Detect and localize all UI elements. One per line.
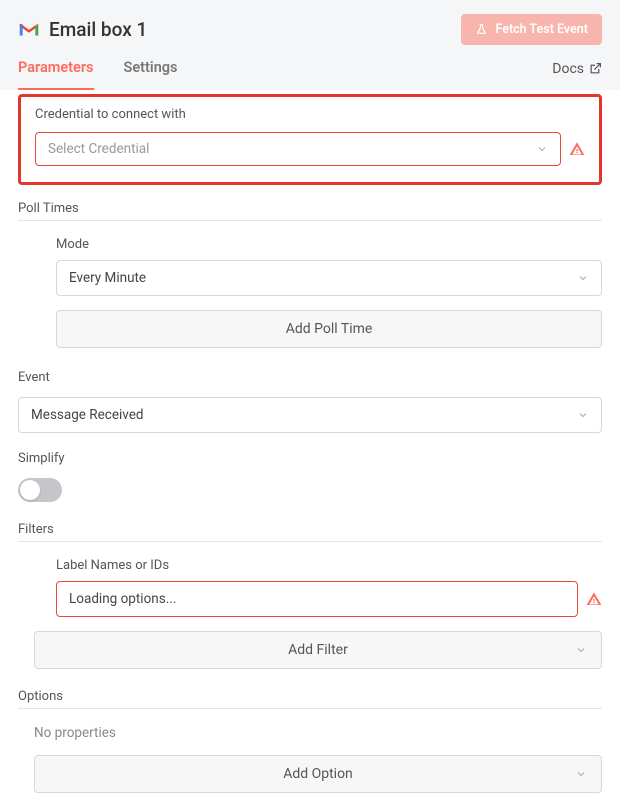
docs-link[interactable]: Docs (552, 61, 602, 89)
label-names-select[interactable]: Loading options... (56, 581, 578, 617)
credential-section: Credential to connect with Select Creden… (18, 94, 602, 185)
chevron-down-icon (536, 143, 548, 155)
fetch-label: Fetch Test Event (495, 22, 588, 37)
label-names-label: Label Names or IDs (56, 558, 602, 573)
chevron-down-icon (577, 409, 589, 421)
tab-settings[interactable]: Settings (124, 59, 178, 90)
simplify-label: Simplify (18, 451, 602, 474)
filters-section: Filters (18, 522, 602, 542)
fetch-test-event-button[interactable]: Fetch Test Event (461, 14, 602, 45)
no-properties-text: No properties (34, 725, 602, 741)
event-label: Event (18, 370, 602, 393)
node-title[interactable]: Email box 1 (49, 18, 147, 41)
gmail-icon (18, 19, 40, 41)
simplify-toggle[interactable] (18, 478, 62, 502)
chevron-down-icon (577, 272, 589, 284)
warning-icon (569, 141, 585, 157)
mode-label: Mode (56, 237, 602, 252)
credential-label: Credential to connect with (35, 107, 585, 122)
chevron-down-icon (575, 644, 587, 656)
event-select[interactable]: Message Received (18, 397, 602, 433)
add-option-button[interactable]: Add Option (34, 755, 602, 793)
loading-text: Loading options... (69, 591, 176, 607)
options-section: Options (18, 689, 602, 709)
credential-select[interactable]: Select Credential (35, 132, 561, 166)
warning-icon (586, 591, 602, 607)
chevron-down-icon (575, 768, 587, 780)
node-title-wrap: Email box 1 (18, 18, 147, 41)
tab-parameters[interactable]: Parameters (18, 59, 94, 90)
toggle-knob (20, 480, 40, 500)
docs-label: Docs (552, 61, 584, 77)
add-filter-label: Add Filter (288, 642, 348, 658)
external-link-icon (589, 62, 602, 75)
add-option-label: Add Option (283, 766, 353, 782)
event-value: Message Received (31, 407, 144, 423)
credential-placeholder: Select Credential (48, 141, 149, 157)
add-poll-time-button[interactable]: Add Poll Time (56, 310, 602, 348)
flask-icon (475, 23, 488, 36)
mode-value: Every Minute (69, 270, 146, 286)
add-filter-button[interactable]: Add Filter (34, 631, 602, 669)
add-poll-time-label: Add Poll Time (286, 321, 373, 337)
poll-times-section: Poll Times (18, 201, 602, 221)
mode-select[interactable]: Every Minute (56, 260, 602, 296)
